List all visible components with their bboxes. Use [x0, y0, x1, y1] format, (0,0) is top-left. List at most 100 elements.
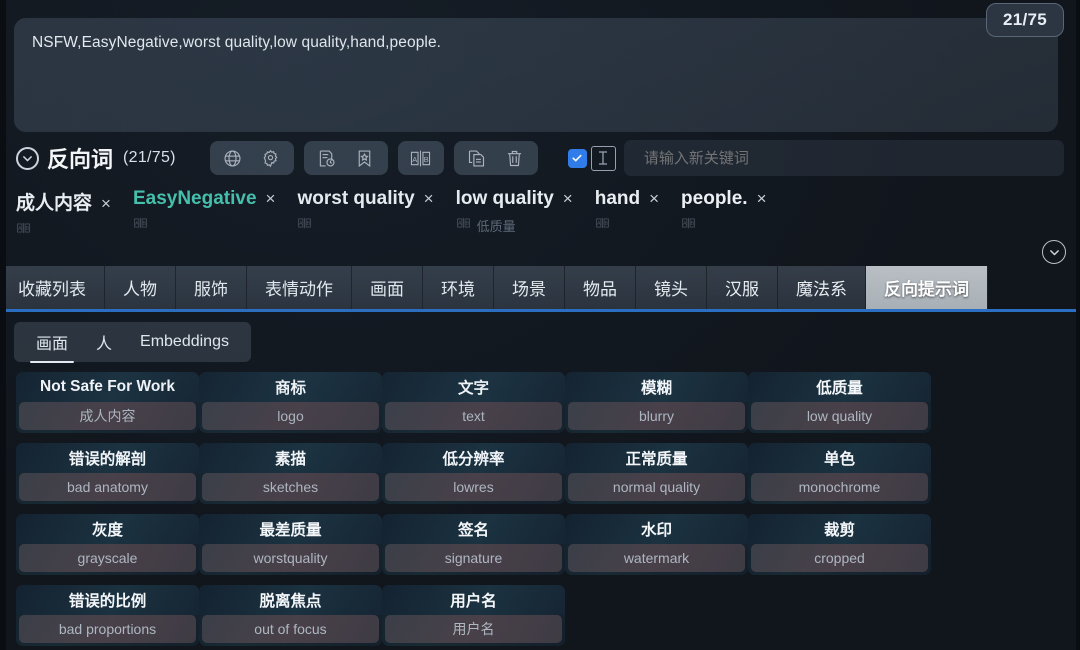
- svg-text:A: A: [18, 226, 22, 232]
- bookmark-star-icon[interactable]: [346, 143, 384, 173]
- keyword-card[interactable]: 错误的比例 bad proportions: [16, 585, 199, 646]
- tag-sub-row: A B 低质量: [456, 216, 573, 234]
- copy-icon[interactable]: [458, 143, 496, 173]
- tab-3[interactable]: 表情动作: [247, 266, 352, 309]
- token-counter-badge: 21/75: [985, 3, 1064, 37]
- negative-section-count: (21/75): [123, 149, 176, 166]
- translate-ab-icon[interactable]: A B: [402, 143, 440, 173]
- keyword-card-subtitle: watermark: [568, 544, 745, 572]
- window-right-edge: [1076, 0, 1080, 650]
- tab-11[interactable]: 反向提示词: [866, 266, 988, 309]
- tag-chip[interactable]: worst quality × A B: [297, 188, 434, 235]
- keyword-card[interactable]: Not Safe For Work 成人内容: [16, 372, 199, 433]
- keyword-card[interactable]: 水印 watermark: [565, 514, 748, 575]
- tag-remove-icon[interactable]: ×: [101, 194, 111, 214]
- negative-prompt-textarea[interactable]: NSFW,EasyNegative,worst quality,low qual…: [14, 18, 1058, 132]
- tab-1[interactable]: 人物: [105, 266, 176, 309]
- tag-remove-icon[interactable]: ×: [757, 189, 767, 209]
- keyword-checkbox[interactable]: [567, 148, 587, 168]
- keyword-card[interactable]: 文字 text: [382, 372, 565, 433]
- icon-group-copy-delete: [453, 141, 538, 175]
- keyword-card-subtitle: low quality: [751, 402, 928, 430]
- keyword-card[interactable]: 脱离焦点 out of focus: [199, 585, 382, 646]
- keyword-card[interactable]: 低分辨率 lowres: [382, 443, 565, 504]
- subtab-1[interactable]: 人: [82, 323, 126, 361]
- icon-group-translate-settings: [209, 141, 294, 175]
- keyword-card-subtitle: out of focus: [202, 615, 379, 643]
- tag-sub-label: 低质量: [476, 218, 516, 234]
- tag-sub-row: AB: [133, 216, 276, 234]
- category-tab-bar: 收藏列表 人物 服饰 表情动作 画面 环境 场景 物品 镜头 汉服 魔法系 反向提示词: [0, 266, 1080, 312]
- svg-text:B: B: [424, 154, 429, 163]
- keyword-card-title: 低质量: [748, 372, 931, 402]
- svg-text:A: A: [413, 154, 418, 163]
- keyword-card-title: 脱离焦点: [199, 585, 382, 615]
- keyword-card-title: 正常质量: [565, 443, 748, 473]
- tab-7[interactable]: 物品: [565, 266, 636, 309]
- tab-6[interactable]: 场景: [494, 266, 565, 309]
- translate-ab-icon[interactable]: AB: [297, 216, 312, 235]
- tab-2[interactable]: 服饰: [176, 266, 247, 309]
- subtab-0[interactable]: 画面: [22, 323, 82, 363]
- translate-ab-icon[interactable]: AB: [16, 221, 31, 240]
- tag-chip[interactable]: low quality × A B 低质量: [456, 188, 573, 234]
- keyword-card[interactable]: 商标 logo: [199, 372, 382, 433]
- gear-icon[interactable]: [252, 143, 290, 173]
- subtab-2[interactable]: Embeddings: [126, 326, 243, 358]
- keyword-card-subtitle: logo: [202, 402, 379, 430]
- keyword-card[interactable]: 单色 monochrome: [748, 443, 931, 504]
- keyword-card[interactable]: 模糊 blurry: [565, 372, 748, 433]
- expand-tags-chevron-icon[interactable]: [1042, 240, 1066, 264]
- tab-10[interactable]: 魔法系: [778, 266, 866, 309]
- tag-remove-icon[interactable]: ×: [266, 189, 276, 209]
- keyword-card[interactable]: 最差质量 worstquality: [199, 514, 382, 575]
- keyword-card[interactable]: 低质量 low quality: [748, 372, 931, 433]
- svg-text:A: A: [299, 221, 303, 227]
- keyword-card[interactable]: 用户名 用户名: [382, 585, 565, 646]
- keyword-card-subtitle: 用户名: [385, 615, 562, 643]
- svg-text:A: A: [135, 221, 139, 227]
- translate-ab-icon[interactable]: AB: [595, 216, 610, 235]
- tag-remove-icon[interactable]: ×: [563, 189, 573, 209]
- tab-9[interactable]: 汉服: [707, 266, 778, 309]
- keyword-card-title: 签名: [382, 514, 565, 544]
- tag-chip[interactable]: 成人内容 × A B: [16, 188, 111, 239]
- keyword-card-subtitle: bad proportions: [19, 615, 196, 643]
- keyword-card-subtitle: blurry: [568, 402, 745, 430]
- keyword-input-wrapper[interactable]: [623, 140, 1064, 176]
- svg-text:B: B: [691, 221, 695, 227]
- keyword-card[interactable]: 裁剪 cropped: [748, 514, 931, 575]
- tab-5[interactable]: 环境: [423, 266, 494, 309]
- keyword-card-title: 错误的比例: [16, 585, 199, 615]
- history-icon[interactable]: [308, 143, 346, 173]
- translate-ab-icon[interactable]: AB: [681, 216, 696, 235]
- tag-main: EasyNegative ×: [133, 188, 276, 210]
- tag-remove-icon[interactable]: ×: [424, 189, 434, 209]
- tag-chip[interactable]: EasyNegative × A B: [133, 188, 276, 234]
- tag-chip[interactable]: people. × A B: [681, 188, 767, 235]
- collapse-section-icon[interactable]: [16, 146, 39, 170]
- keyword-card[interactable]: 错误的解剖 bad anatomy: [16, 443, 199, 504]
- keyword-card[interactable]: 素描 sketches: [199, 443, 382, 504]
- tab-0[interactable]: 收藏列表: [0, 266, 105, 309]
- tag-main: worst quality ×: [297, 188, 433, 210]
- keyword-card[interactable]: 灰度 grayscale: [16, 514, 199, 575]
- keyword-card-subtitle: worstquality: [202, 544, 379, 572]
- keyword-card-title: 素描: [199, 443, 382, 473]
- tag-label: people.: [681, 188, 748, 209]
- keyword-card-title: 单色: [748, 443, 931, 473]
- tab-8[interactable]: 镜头: [636, 266, 707, 309]
- keyword-card[interactable]: 正常质量 normal quality: [565, 443, 748, 504]
- tag-chip[interactable]: hand × A B: [595, 188, 659, 234]
- tag-remove-icon[interactable]: ×: [649, 189, 659, 209]
- tab-4[interactable]: 画面: [352, 266, 423, 309]
- tag-sub-row: AB: [595, 216, 659, 234]
- trash-icon[interactable]: [496, 143, 534, 173]
- tag-label: low quality: [455, 188, 554, 209]
- translate-ab-icon[interactable]: AB: [456, 216, 471, 235]
- keyword-input[interactable]: [631, 141, 1012, 175]
- globe-icon[interactable]: [214, 143, 252, 173]
- keyword-card-subtitle: bad anatomy: [19, 473, 196, 501]
- translate-ab-icon[interactable]: AB: [133, 216, 148, 235]
- keyword-card[interactable]: 签名 signature: [382, 514, 565, 575]
